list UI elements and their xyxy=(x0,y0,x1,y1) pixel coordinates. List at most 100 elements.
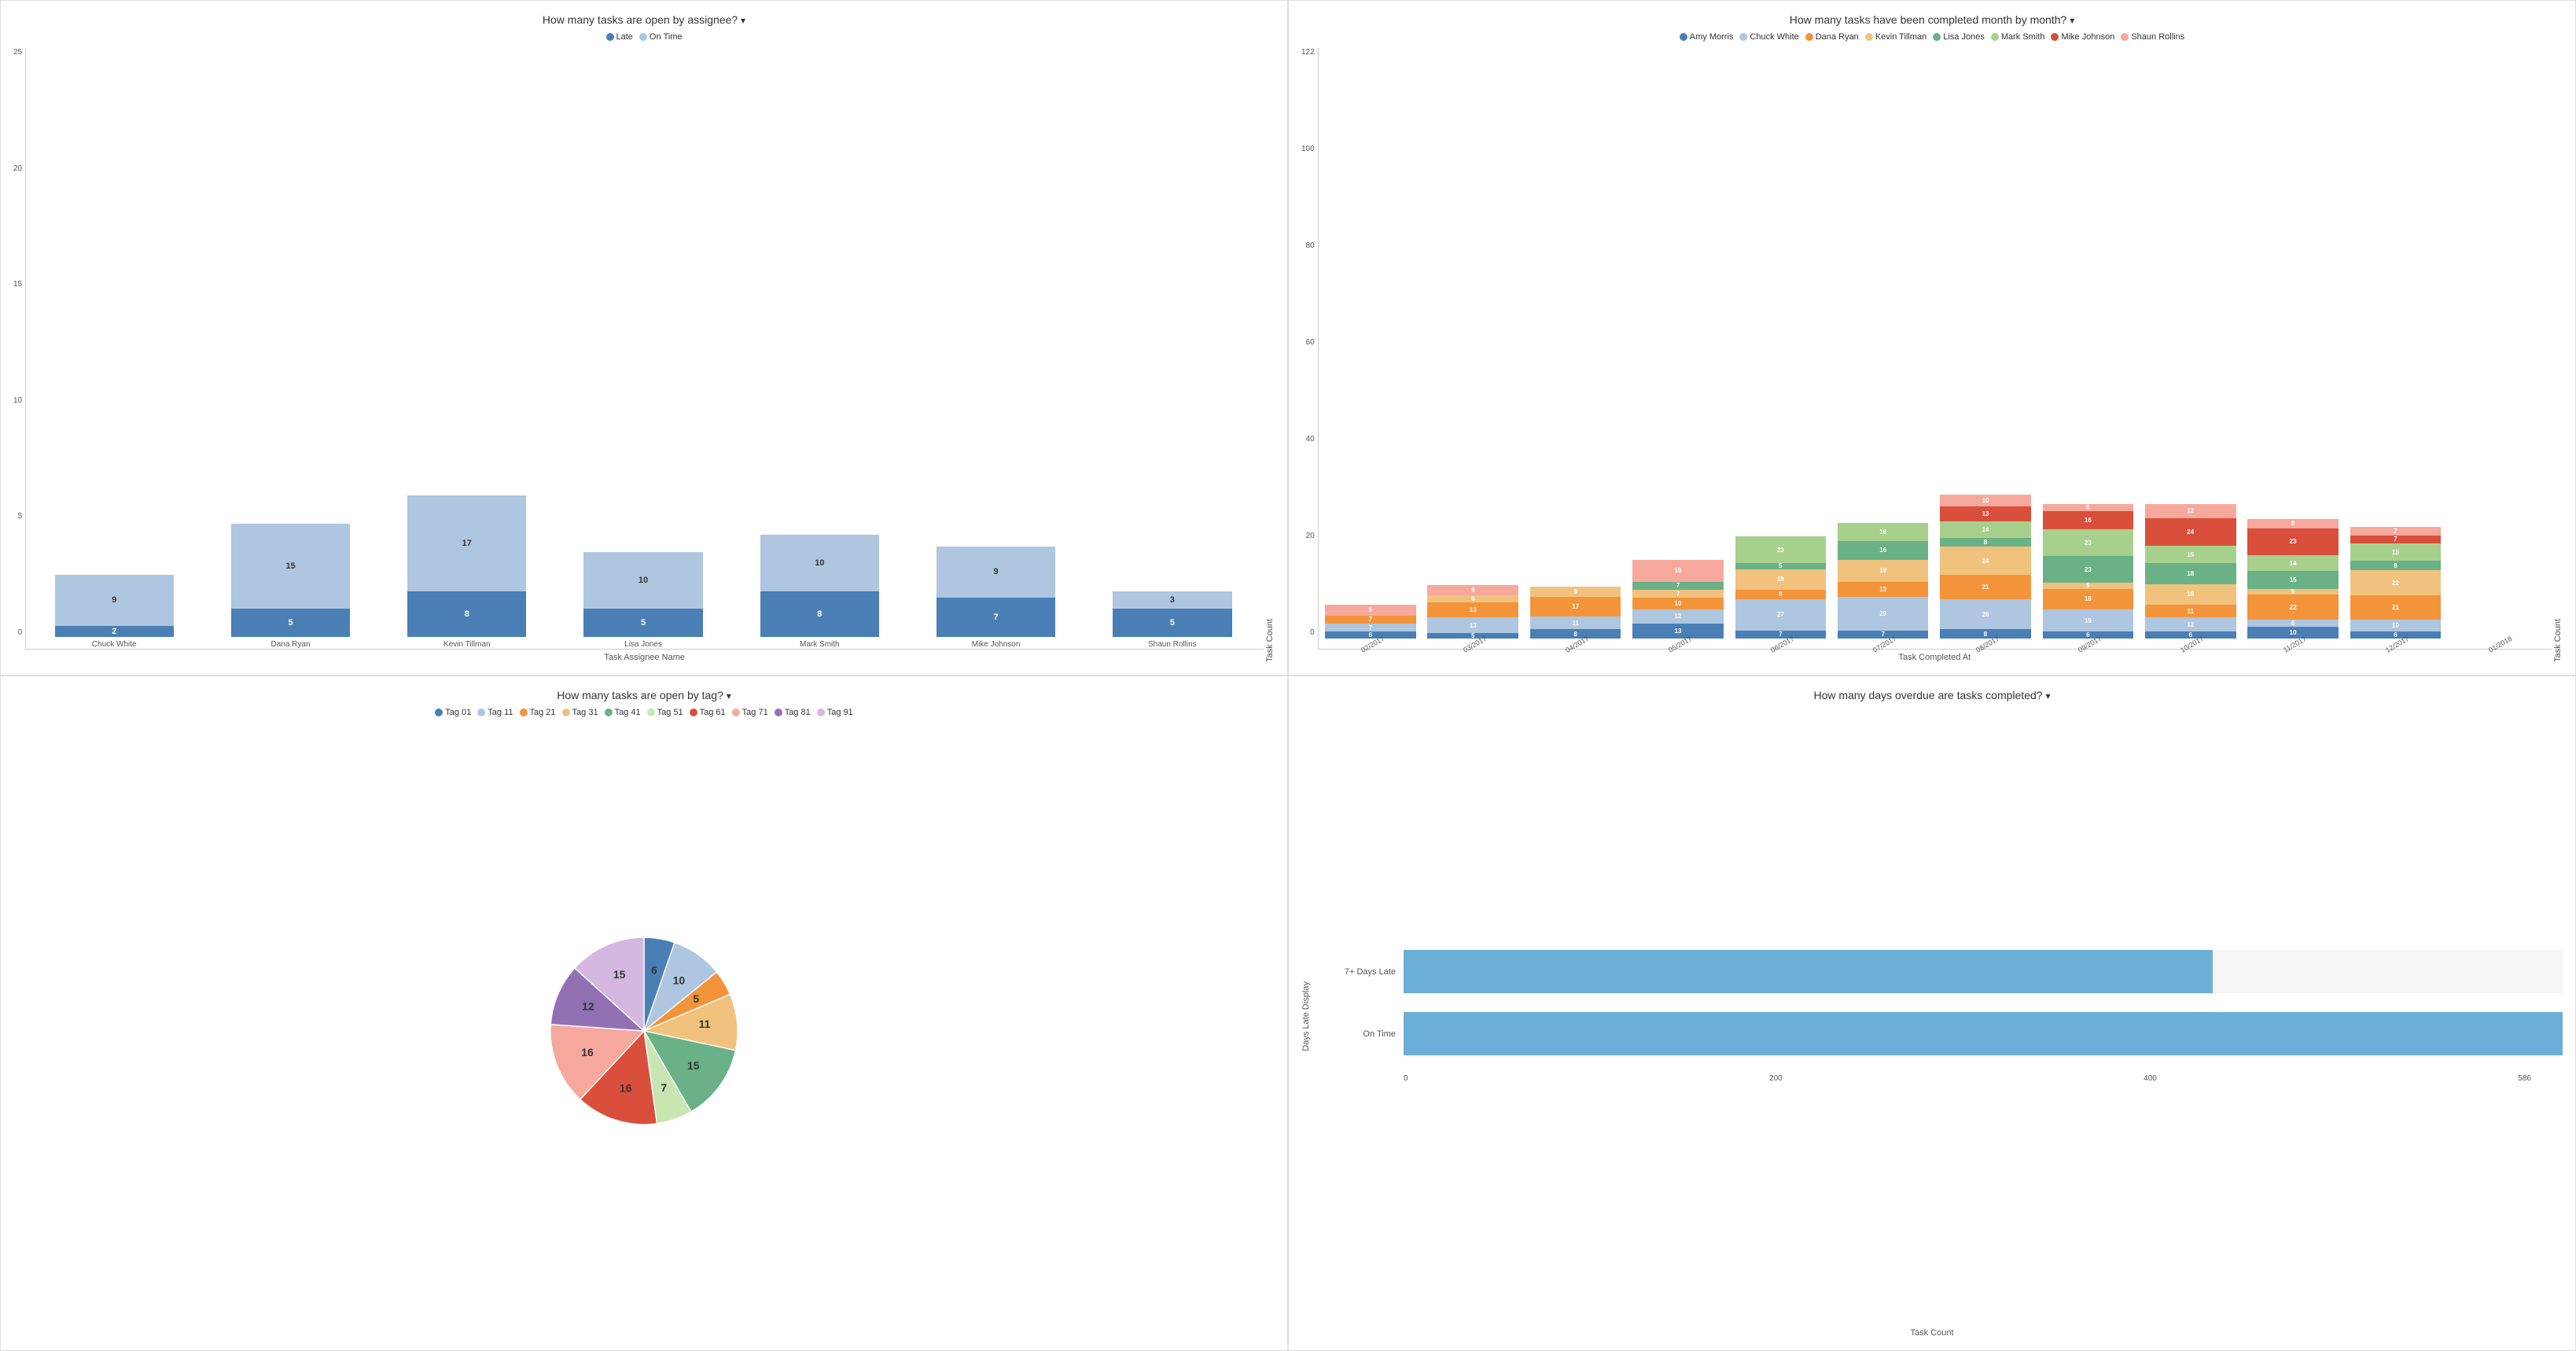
tags-chart-title[interactable]: How many tasks are open by tag? ▾ xyxy=(557,689,731,701)
bar-segment-late: 5 xyxy=(583,609,702,637)
overdue-bar-bg: 586 xyxy=(1404,1012,2563,1055)
tags-legend-item: Tag 81 xyxy=(775,708,811,717)
monthly-segment: 26 xyxy=(1940,599,2031,629)
monthly-segment: 8 xyxy=(1735,590,1827,599)
tag-legend-text: Tag 61 xyxy=(700,708,726,717)
monthly-segment: 16 xyxy=(1838,523,1929,542)
monthly-segment: 18 xyxy=(2043,589,2134,610)
monthly-segment: 7 xyxy=(1838,631,1929,639)
monthly-chart-title[interactable]: How many tasks have been completed month… xyxy=(1790,13,2074,26)
tag-legend-dot xyxy=(817,709,825,716)
legend-color-dot xyxy=(1739,33,1747,41)
tags-dropdown-arrow[interactable]: ▾ xyxy=(727,690,731,701)
monthly-legend-item: Kevin Tillman xyxy=(1865,32,1926,42)
monthly-segment: 17 xyxy=(1530,597,1621,617)
monthly-legend-item: Mike Johnson xyxy=(2051,32,2114,42)
monthly-y-ticks: 122 100 80 60 40 20 0 xyxy=(1301,48,1318,662)
monthly-segment: 15 xyxy=(2247,571,2339,588)
monthly-segment: 6 xyxy=(2043,631,2134,639)
monthly-segment: 24 xyxy=(1940,547,2031,574)
monthly-segment: 19 xyxy=(1838,560,1929,582)
monthly-segment: 12 xyxy=(1632,609,1724,624)
tag-legend-text: Tag 51 xyxy=(657,708,683,717)
monthly-segment: 5 xyxy=(2043,583,2134,588)
bar-group: 35Shaun Rollins xyxy=(1087,591,1257,649)
overdue-bar-label: On Time xyxy=(1317,1029,1404,1039)
bar-chart: 92Chuck White155Dana Ryan178Kevin Tillma… xyxy=(25,48,1264,650)
tag-legend-dot xyxy=(647,709,655,716)
monthly-segment: 10 xyxy=(1940,495,2031,506)
monthly-dropdown-arrow[interactable]: ▾ xyxy=(2070,15,2074,26)
monthly-segment: 23 xyxy=(2043,529,2134,556)
monthly-segment: 5 xyxy=(1735,563,1827,569)
monthly-segment: 15 xyxy=(2350,543,2442,561)
monthly-chart-panel: How many tasks have been completed month… xyxy=(1288,0,2576,676)
monthly-segment: 13 xyxy=(1838,582,1929,597)
tag-legend-text: Tag 11 xyxy=(488,708,513,717)
bar-segment-ontime: 9 xyxy=(937,547,1055,598)
bar-segment-late: 5 xyxy=(1113,609,1231,637)
monthly-bar-chart: 677902/2017513136903/201781117904/201713… xyxy=(1318,48,2552,650)
monthly-segment: 7 xyxy=(2350,536,2442,543)
pie-label: 12 xyxy=(582,999,594,1012)
bar-x-label: Dana Ryan xyxy=(271,640,311,649)
monthly-segment: 9 xyxy=(1325,605,1416,615)
overdue-bar-row: On Time586 xyxy=(1317,1012,2563,1055)
legend-text: Kevin Tillman xyxy=(1875,32,1926,42)
bar-x-label: Chuck White xyxy=(92,640,137,649)
overdue-chart-area: Days Late Display 7+ Days Late409On Time… xyxy=(1301,708,2563,1325)
bar-x-label: Kevin Tillman xyxy=(443,640,490,649)
monthly-y-axis-title: Task Count xyxy=(2553,48,2563,662)
monthly-segment: 14 xyxy=(1940,521,2031,538)
monthly-legend-item: Shaun Rollins xyxy=(2121,32,2184,42)
legend-text: Shaun Rollins xyxy=(2131,32,2184,42)
ontime-dot xyxy=(639,33,647,41)
monthly-legend-item: Amy Morris xyxy=(1680,32,1734,42)
overdue-y-axis-label: Days Late Display xyxy=(1301,981,1311,1051)
tag-legend-text: Tag 31 xyxy=(572,708,598,717)
overdue-bars-container: 7+ Days Late409On Time5860200400586 xyxy=(1317,950,2563,1083)
tags-legend-item: Tag 71 xyxy=(732,708,768,717)
monthly-bar-group: 131210771905/2017 xyxy=(1628,560,1728,649)
bar-x-label: Shaun Rollins xyxy=(1148,640,1197,649)
overdue-dropdown-arrow[interactable]: ▾ xyxy=(2045,690,2050,701)
bar-group: 178Kevin Tillman xyxy=(382,495,552,649)
monthly-bar-group: 8262124814131008/2017 xyxy=(1935,495,2036,649)
monthly-legend-item: Mark Smith xyxy=(1991,32,2045,42)
x-axis-title: Task Assignee Name xyxy=(25,653,1264,662)
monthly-segment: 7 xyxy=(1325,624,1416,631)
monthly-legend-item: Chuck White xyxy=(1739,32,1798,42)
monthly-segment: 8 xyxy=(2350,561,2442,570)
tags-legend: Tag 01Tag 11Tag 21Tag 31Tag 41Tag 51Tag … xyxy=(435,708,853,717)
legend-text: Lisa Jones xyxy=(1943,32,1985,42)
ontime-label: On Time xyxy=(650,32,683,42)
monthly-segment: 13 xyxy=(1427,617,1518,632)
overdue-bar-fill xyxy=(1404,1012,2563,1055)
overdue-chart-title[interactable]: How many days overdue are tasks complete… xyxy=(1814,689,2051,701)
tag-legend-text: Tag 71 xyxy=(742,708,768,717)
bar-group: 97Mike Johnson xyxy=(911,547,1080,649)
bar-group: 155Dana Ryan xyxy=(205,524,375,649)
legend-ontime: On Time xyxy=(639,32,683,42)
monthly-segment: 6 xyxy=(2043,504,2134,511)
monthly-segment: 15 xyxy=(2145,546,2236,563)
legend-color-dot xyxy=(1991,33,1999,41)
assignee-chart-title[interactable]: How many tasks are open by assignee? ▾ xyxy=(543,13,745,26)
monthly-segment: 18 xyxy=(2145,563,2236,584)
late-label: Late xyxy=(616,32,633,42)
monthly-bar-group: 619185232316609/2017 xyxy=(2037,504,2138,649)
tag-legend-text: Tag 21 xyxy=(530,708,556,717)
bar-segment-ontime: 9 xyxy=(55,575,174,626)
overdue-x-ticks: 0200400586 xyxy=(1317,1074,2563,1083)
monthly-segment: 10 xyxy=(1632,598,1724,609)
monthly-segment: 6 xyxy=(2247,620,2339,627)
legend-text: Mark Smith xyxy=(2001,32,2045,42)
monthly-segment: 16 xyxy=(2043,511,2134,530)
legend-color-dot xyxy=(1805,33,1813,41)
monthly-bar-group: 106225151423811/2017 xyxy=(2243,519,2343,649)
monthly-bar-group: 513136903/2017 xyxy=(1422,585,1523,649)
bar-segment-late: 8 xyxy=(760,591,879,637)
monthly-segment: 5 xyxy=(1427,633,1518,639)
assignee-dropdown-arrow[interactable]: ▾ xyxy=(741,15,745,26)
tag-legend-dot xyxy=(732,709,740,716)
